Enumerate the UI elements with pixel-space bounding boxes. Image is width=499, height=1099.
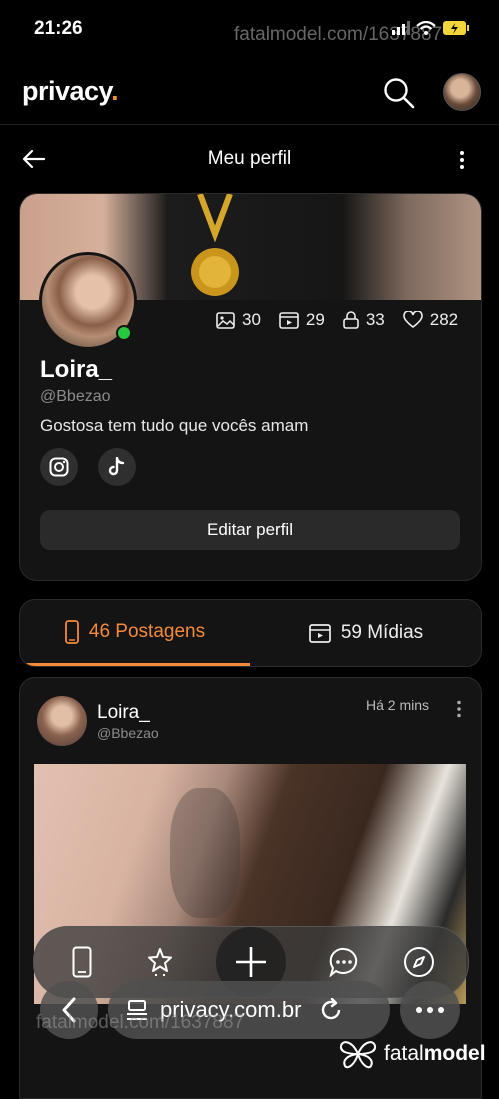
lock-icon [343, 311, 359, 329]
post-author-handle: @Bbezao [97, 725, 159, 741]
stat-photos: 30 [216, 310, 261, 330]
phone-icon [72, 946, 92, 978]
search-button[interactable] [382, 76, 416, 110]
watermark-bottom: fatalmodel.com/1637887 [36, 1012, 245, 1033]
tab-posts-label: 46 Postagens [88, 620, 206, 642]
battery-icon [443, 21, 469, 35]
stat-likes-value: 282 [429, 310, 459, 329]
stat-videos-value: 29 [305, 310, 325, 329]
necklace-pendant [191, 194, 239, 296]
signal-icon [392, 21, 410, 35]
wifi-icon [416, 21, 436, 35]
post-author-name: Loira_ [97, 702, 150, 723]
stat-locked: 33 [343, 310, 385, 330]
profile-name: Loira_ [40, 356, 113, 383]
tab-media-label: 59 Mídias [340, 622, 424, 643]
status-time: 21:26 [34, 18, 83, 39]
more-icon [416, 1007, 444, 1013]
image-icon [216, 311, 235, 329]
refresh-icon[interactable] [319, 998, 343, 1022]
heart-icon [402, 311, 423, 329]
compass-icon [404, 947, 434, 977]
kebab-icon [457, 700, 461, 718]
user-avatar[interactable] [443, 73, 481, 111]
instagram-button[interactable] [40, 448, 78, 486]
profile-handle: @Bbezao [40, 388, 111, 405]
video-icon [308, 623, 331, 643]
content-tabs: 46 Postagens 59 Mídias [19, 599, 482, 667]
edit-profile-button[interactable]: Editar perfil [40, 510, 460, 550]
star-icon [148, 948, 172, 976]
tab-media[interactable]: 59 Mídias [251, 600, 481, 666]
post-options-button[interactable] [456, 700, 462, 723]
status-icons [392, 20, 470, 36]
stat-likes: 282 [402, 310, 459, 330]
profile-stats: 30 29 33 282 [216, 310, 458, 330]
privacy-logo[interactable]: privacy. [22, 76, 119, 107]
kebab-icon [460, 151, 464, 169]
post-image-detail [170, 788, 240, 918]
tiktok-button[interactable] [98, 448, 136, 486]
stat-photos-value: 30 [242, 310, 261, 329]
page-title: Meu perfil [207, 148, 292, 169]
online-indicator [116, 325, 132, 341]
chat-icon [329, 947, 358, 977]
fatalmodel-brand: fatalmodel [338, 1038, 486, 1070]
post-avatar[interactable] [37, 696, 87, 746]
brand-suffix: model [423, 1042, 486, 1065]
video-icon [279, 311, 299, 329]
stat-videos: 29 [279, 310, 325, 330]
butterfly-icon [339, 1041, 377, 1069]
search-icon [384, 78, 415, 109]
brand-prefix: fatal [384, 1042, 424, 1065]
phone-icon [64, 619, 79, 644]
post-timestamp: Há 2 mins [366, 697, 430, 713]
instagram-icon [49, 457, 69, 477]
profile-card: 30 29 33 282 Loira_ @Bbezao Gostosa tem … [19, 193, 482, 581]
stat-locked-value: 33 [365, 310, 385, 329]
profile-bio: Gostosa tem tudo que vocês amam [40, 416, 309, 435]
plus-icon [236, 947, 266, 977]
options-button[interactable] [458, 150, 466, 175]
tab-posts[interactable]: 46 Postagens [20, 600, 250, 666]
tiktok-icon [108, 457, 125, 476]
browser-more-button[interactable] [400, 981, 460, 1039]
